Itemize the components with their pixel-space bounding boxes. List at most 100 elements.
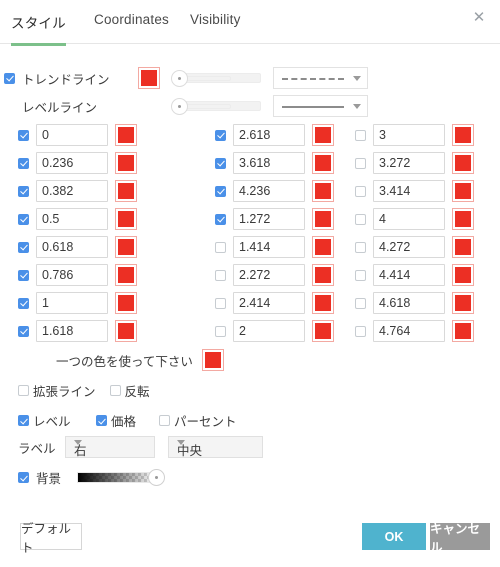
level-value-input[interactable] (36, 264, 108, 286)
level-value-input[interactable] (373, 320, 445, 342)
trend-line-checkbox[interactable] (3, 72, 15, 84)
show-percent-checkbox[interactable] (159, 415, 170, 426)
level-color-swatch[interactable] (115, 180, 137, 202)
level-value-input[interactable] (233, 180, 305, 202)
level-color-swatch[interactable] (115, 124, 137, 146)
cancel-button[interactable]: キャンセル (430, 522, 490, 555)
show-price-checkbox-group[interactable]: 価格 (96, 411, 159, 430)
level-color-swatch[interactable] (115, 264, 137, 286)
background-opacity-slider[interactable] (77, 469, 165, 486)
show-level-checkbox[interactable] (18, 415, 29, 426)
level-checkbox[interactable] (355, 325, 366, 337)
single-color-swatch[interactable] (201, 349, 224, 371)
trend-line-color-swatch[interactable] (138, 67, 160, 89)
level-color-swatch[interactable] (115, 152, 137, 174)
level-checkbox[interactable] (18, 241, 29, 253)
level-checkbox[interactable] (355, 157, 366, 169)
level-checkbox[interactable] (355, 129, 366, 141)
level-checkbox[interactable] (18, 157, 29, 169)
level-color-swatch[interactable] (312, 152, 334, 174)
level-checkbox[interactable] (215, 157, 226, 169)
level-checkbox[interactable] (18, 185, 29, 197)
level-color-swatch[interactable] (312, 292, 334, 314)
tab-visibility[interactable]: Visibility (190, 12, 241, 39)
background-opacity-handle[interactable] (148, 469, 165, 486)
level-color-swatch[interactable] (312, 320, 334, 342)
level-color-swatch[interactable] (452, 236, 474, 258)
level-line-style-dropdown[interactable] (273, 95, 368, 117)
level-color-swatch[interactable] (452, 208, 474, 230)
level-value-input[interactable] (373, 208, 445, 230)
show-level-checkbox-group[interactable]: レベル (18, 411, 96, 430)
level-color-swatch[interactable] (312, 124, 334, 146)
level-color-swatch[interactable] (452, 152, 474, 174)
level-checkbox[interactable] (215, 213, 226, 225)
level-value-input[interactable] (373, 180, 445, 202)
level-value-input[interactable] (36, 292, 108, 314)
level-checkbox[interactable] (215, 269, 226, 281)
level-value-input[interactable] (233, 320, 305, 342)
level-value-input[interactable] (373, 152, 445, 174)
tab-style[interactable]: スタイル (11, 12, 66, 46)
level-color-swatch[interactable] (312, 180, 334, 202)
level-value-input[interactable] (373, 236, 445, 258)
level-checkbox[interactable] (355, 241, 366, 253)
level-value-input[interactable] (36, 124, 108, 146)
label-vertical-select[interactable]: 中央 (168, 436, 263, 458)
trend-line-width-knob[interactable] (171, 69, 188, 87)
level-color-swatch[interactable] (452, 292, 474, 314)
level-color-swatch[interactable] (452, 180, 474, 202)
level-value-input[interactable] (36, 236, 108, 258)
close-icon[interactable]: ✕ (470, 9, 488, 27)
level-value-input[interactable] (233, 236, 305, 258)
level-value-input[interactable] (373, 124, 445, 146)
level-value-input[interactable] (36, 208, 108, 230)
level-value-input[interactable] (233, 264, 305, 286)
level-checkbox[interactable] (18, 129, 29, 141)
level-color-swatch[interactable] (452, 320, 474, 342)
reverse-checkbox-group[interactable]: 反転 (109, 381, 150, 400)
level-checkbox[interactable] (18, 269, 29, 281)
level-value-input[interactable] (233, 124, 305, 146)
level-color-swatch[interactable] (452, 264, 474, 286)
tab-coordinates[interactable]: Coordinates (94, 12, 169, 39)
default-button[interactable]: デフォルト (20, 522, 82, 555)
level-color-swatch[interactable] (312, 208, 334, 230)
level-color-swatch[interactable] (115, 292, 137, 314)
level-color-swatch[interactable] (452, 124, 474, 146)
show-percent-checkbox-group[interactable]: パーセント (159, 411, 237, 430)
level-checkbox[interactable] (18, 297, 29, 309)
level-value-input[interactable] (36, 320, 108, 342)
level-line-width-slider[interactable] (171, 95, 263, 117)
level-value-input[interactable] (36, 180, 108, 202)
level-color-swatch[interactable] (115, 208, 137, 230)
level-value-input[interactable] (373, 264, 445, 286)
level-value-input[interactable] (233, 208, 305, 230)
level-line-width-knob[interactable] (171, 97, 188, 115)
level-checkbox[interactable] (355, 185, 366, 197)
level-color-swatch[interactable] (312, 264, 334, 286)
extend-line-checkbox-group[interactable]: 拡張ライン (18, 381, 96, 400)
level-checkbox[interactable] (18, 325, 29, 337)
level-checkbox[interactable] (215, 129, 226, 141)
ok-button[interactable]: OK (362, 523, 426, 550)
trend-line-style-dropdown[interactable] (273, 67, 368, 89)
level-checkbox[interactable] (355, 297, 366, 309)
level-value-input[interactable] (373, 292, 445, 314)
level-checkbox[interactable] (215, 241, 226, 253)
level-value-input[interactable] (233, 292, 305, 314)
extend-line-checkbox[interactable] (18, 385, 29, 396)
label-horizontal-select[interactable]: 右 (65, 436, 155, 458)
trend-line-width-slider[interactable] (171, 67, 263, 89)
level-color-swatch[interactable] (312, 236, 334, 258)
background-checkbox[interactable] (18, 472, 29, 483)
level-color-swatch[interactable] (115, 236, 137, 258)
reverse-checkbox[interactable] (109, 385, 121, 396)
level-checkbox[interactable] (215, 297, 226, 309)
level-value-input[interactable] (36, 152, 108, 174)
level-checkbox[interactable] (215, 185, 226, 197)
level-value-input[interactable] (233, 152, 305, 174)
level-checkbox[interactable] (18, 213, 29, 225)
level-color-swatch[interactable] (115, 320, 137, 342)
level-checkbox[interactable] (215, 325, 226, 337)
